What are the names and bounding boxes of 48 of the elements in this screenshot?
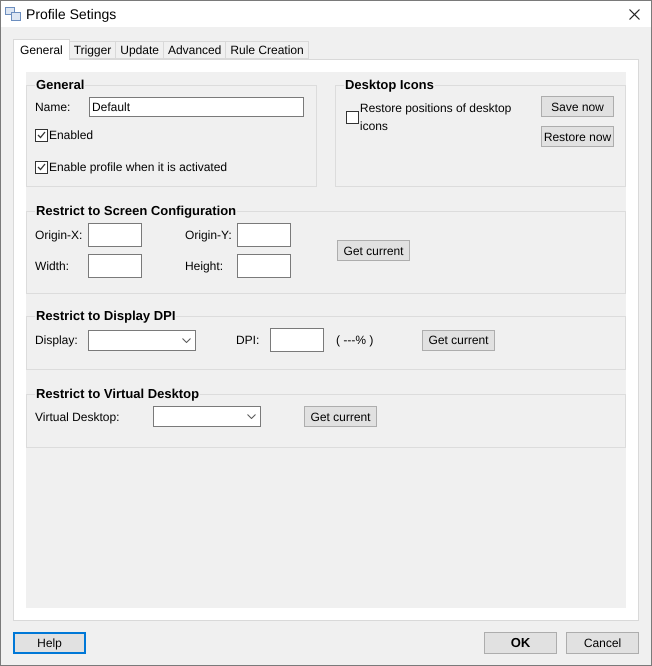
checkbox[interactable] (35, 128, 48, 142)
close-icon[interactable] (629, 8, 640, 20)
checkbox-label: Enable profile when it is activated (49, 159, 228, 176)
field-label: Origin-Y: (185, 227, 232, 244)
group-title: General (35, 77, 86, 93)
group-title: Restrict to Virtual Desktop (35, 386, 200, 402)
tab[interactable]: Advanced (164, 41, 226, 59)
tab[interactable]: Rule Creation (226, 41, 309, 59)
text-field[interactable] (237, 254, 291, 278)
field-label: ( ---% ) (336, 332, 374, 349)
push-button[interactable]: Save now (541, 96, 614, 117)
checkbox-label: Restore positions of desktop icons (360, 100, 512, 135)
tab[interactable]: General (13, 39, 70, 60)
app-icon (5, 7, 21, 21)
text-field[interactable] (270, 328, 324, 352)
text-field[interactable] (88, 254, 142, 278)
tab[interactable]: Update (116, 41, 164, 59)
checkbox-label: Enabled (49, 127, 94, 144)
field-label: Name: (35, 99, 70, 116)
text-field[interactable] (237, 223, 291, 247)
dropdown[interactable] (153, 406, 261, 427)
tab[interactable]: Trigger (70, 41, 116, 59)
chevron-down-icon (247, 414, 256, 419)
push-button[interactable]: Cancel (566, 632, 639, 654)
push-button[interactable]: OK (484, 632, 557, 654)
checkbox[interactable] (346, 110, 359, 124)
group-title: Desktop Icons (344, 77, 435, 93)
field-label: Origin-X: (35, 227, 82, 244)
group-title: Restrict to Display DPI (35, 308, 176, 324)
field-label: Height: (185, 258, 224, 275)
window-title: Profile Setings (26, 4, 116, 24)
push-button[interactable]: Get current (422, 330, 495, 350)
field-label: Display: (35, 332, 78, 349)
dropdown[interactable] (88, 330, 196, 350)
checkbox[interactable] (35, 160, 48, 174)
text-field[interactable] (88, 223, 142, 247)
check-icon (37, 131, 46, 139)
chevron-down-icon (182, 338, 191, 342)
check-icon (37, 163, 46, 171)
name-field[interactable]: Default (89, 97, 304, 117)
group-title: Restrict to Screen Configuration (35, 203, 238, 219)
push-button[interactable]: Get current (337, 240, 410, 261)
push-button[interactable]: Get current (304, 406, 377, 427)
push-button[interactable]: Restore now (541, 126, 614, 147)
push-button[interactable]: Help (13, 632, 86, 654)
field-label: DPI: (236, 332, 260, 349)
field-label: Width: (35, 258, 70, 275)
field-label: Virtual Desktop: (35, 408, 120, 426)
